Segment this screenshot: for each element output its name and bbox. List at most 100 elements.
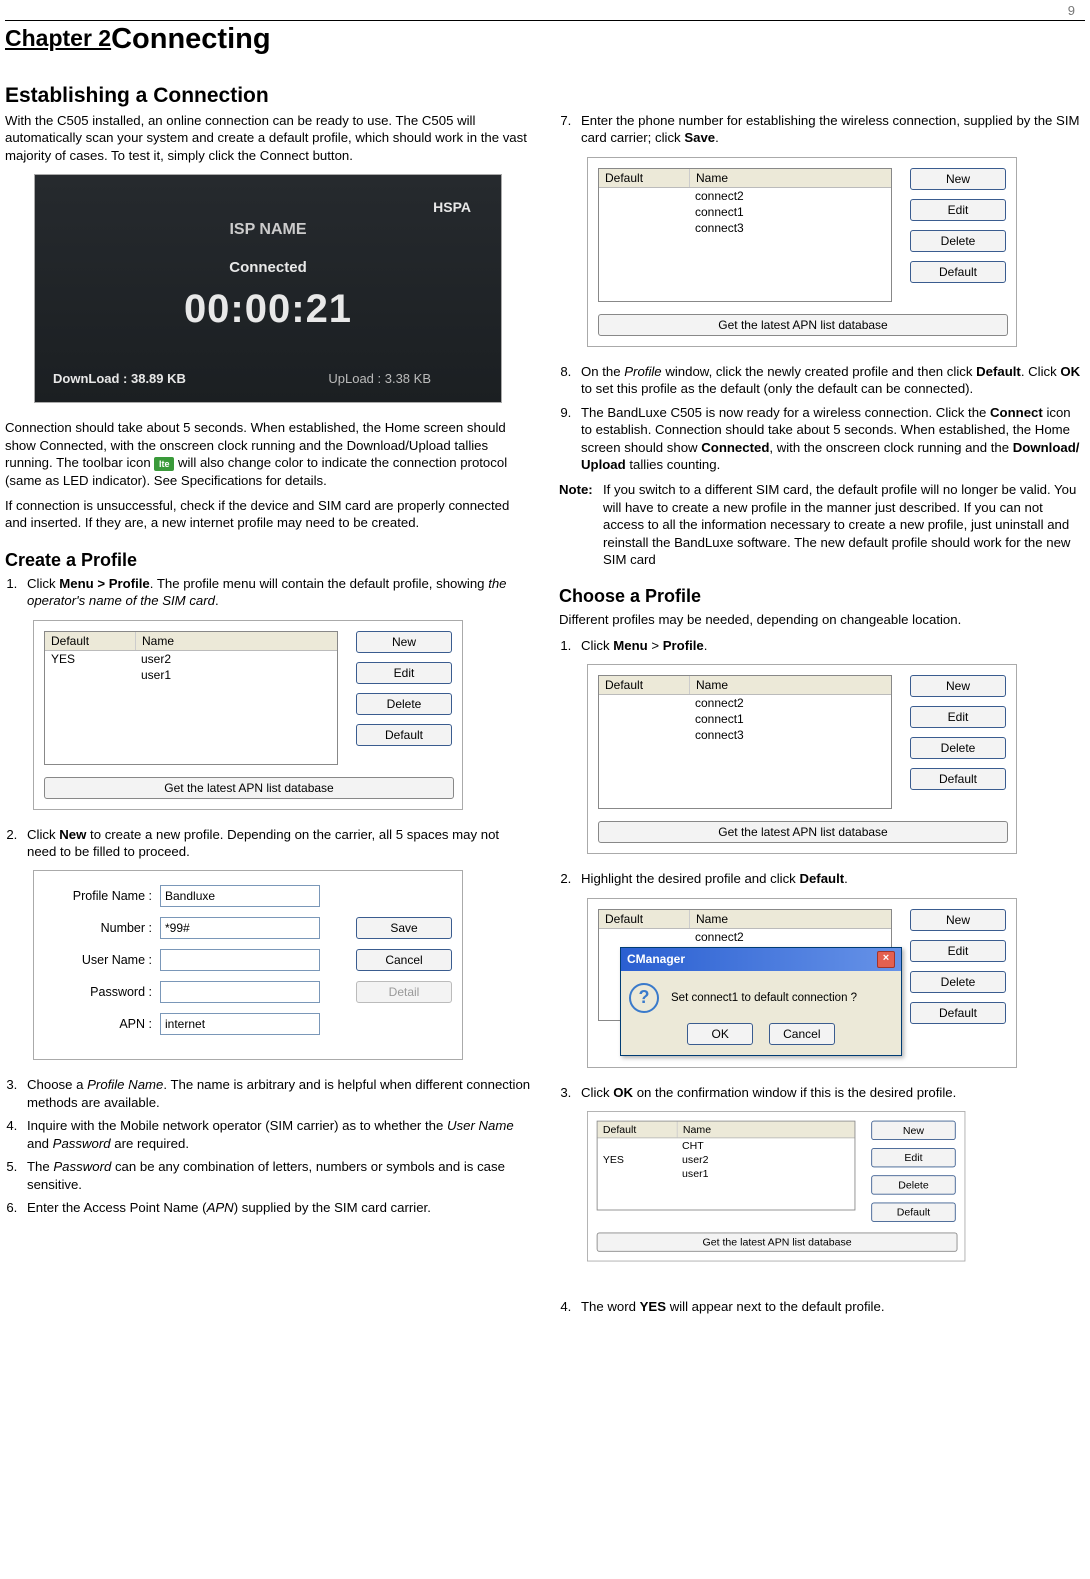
table-row[interactable]: connect2 [599,695,891,711]
connection-paragraph-1: Connection should take about 5 seconds. … [5,419,531,489]
profile-table[interactable]: DefaultName connect2 connect1 connect3 [598,675,892,809]
input-profile-name[interactable]: Bandluxe [160,885,320,907]
figure-profile-window-1: Default Name YESuser2 user1 New Edit Del… [33,620,463,810]
new-button[interactable]: New [871,1121,955,1140]
delete-button[interactable]: Delete [356,693,452,715]
apn-database-button[interactable]: Get the latest APN list database [44,777,454,799]
profile-table[interactable]: Default Name YESuser2 user1 [44,631,338,765]
new-button[interactable]: New [910,168,1006,190]
figure-profile-window-final: DefaultName CHT YESuser2 user1 New Edit … [587,1111,965,1261]
section-choose-profile: Choose a Profile [559,586,1085,607]
table-row[interactable]: connect2 [599,929,891,945]
label-connected: Connected [35,259,501,276]
apn-database-button[interactable]: Get the latest APN list database [598,821,1008,843]
profile-table[interactable]: DefaultName CHT YESuser2 user1 [597,1121,856,1211]
table-row[interactable]: YESuser2 [598,1153,855,1167]
table-row[interactable]: connect1 [599,204,891,220]
create-step-1: Click Menu > Profile. The profile menu w… [21,575,531,610]
create-step-3: Choose a Profile Name. The name is arbit… [21,1076,531,1111]
table-row[interactable]: CHT [598,1138,855,1152]
page-number: 9 [5,0,1085,20]
create-step-4: Inquire with the Mobile network operator… [21,1117,531,1152]
table-row[interactable]: connect3 [599,220,891,236]
label-upload: UpLoad : 3.38 KB [328,371,431,386]
table-row[interactable]: user1 [598,1167,855,1181]
table-row[interactable]: YESuser2 [45,651,337,667]
apn-database-button[interactable]: Get the latest APN list database [598,314,1008,336]
create-step-5: The Password can be any combination of l… [21,1158,531,1193]
figure-new-profile-form: Profile Name :Bandluxe Number :*99# User… [33,870,463,1060]
label-number: Number : [44,921,160,935]
choose-step-2: Highlight the desired profile and click … [575,870,1085,887]
label-hspa: HSPA [433,199,471,215]
default-button[interactable]: Default [356,724,452,746]
chapter-name: Connecting [111,23,271,55]
lte-icon: lte [154,457,174,471]
input-password[interactable] [160,981,320,1003]
label-password: Password : [44,985,160,999]
dialog-title: CManager [627,952,685,966]
input-number[interactable]: *99# [160,917,320,939]
label-download: DownLoad : 38.89 KB [53,371,186,386]
input-apn[interactable]: internet [160,1013,320,1035]
new-button[interactable]: New [910,675,1006,697]
connection-paragraph-2: If connection is unsuccessful, check if … [5,497,531,532]
edit-button[interactable]: Edit [910,706,1006,728]
table-row[interactable]: user1 [45,667,337,683]
label-isp-name: ISP NAME [35,221,501,239]
delete-button[interactable]: Delete [871,1175,955,1194]
choose-intro: Different profiles may be needed, depend… [559,611,1085,628]
dialog-message: Set connect1 to default connection ? [671,992,857,1004]
col-default: Default [45,632,136,650]
top-rule [5,20,1085,21]
default-button[interactable]: Default [910,261,1006,283]
detail-button: Detail [356,981,452,1003]
edit-button[interactable]: Edit [356,662,452,684]
col-name: Name [136,632,337,650]
note-label: Note: [559,481,599,568]
new-button[interactable]: New [910,909,1006,931]
chapter-title: Chapter 2Connecting [5,23,1085,56]
default-button[interactable]: Default [910,1002,1006,1024]
section-establishing: Establishing a Connection [5,84,1085,108]
label-apn: APN : [44,1017,160,1031]
default-button[interactable]: Default [871,1203,955,1222]
label-clock: 00:00:21 [35,287,501,332]
save-button[interactable]: Save [356,917,452,939]
table-row[interactable]: connect1 [599,711,891,727]
question-icon: ? [629,983,659,1013]
cancel-button[interactable]: Cancel [356,949,452,971]
figure-profile-confirm: DefaultName connect2 connect1 New Edit D… [587,898,1017,1068]
edit-button[interactable]: Edit [871,1148,955,1167]
edit-button[interactable]: Edit [910,940,1006,962]
create-step-8: On the Profile window, click the newly c… [575,363,1085,398]
figure-connected-screen: HSPA ISP NAME Connected 00:00:21 DownLoa… [34,174,502,403]
apn-database-button[interactable]: Get the latest APN list database [597,1233,958,1252]
delete-button[interactable]: Delete [910,230,1006,252]
table-row[interactable]: connect2 [599,188,891,204]
input-user-name[interactable] [160,949,320,971]
default-button[interactable]: Default [910,768,1006,790]
figure-profile-window-2: DefaultName connect2 connect1 connect3 N… [587,157,1017,347]
label-profile-name: Profile Name : [44,889,160,903]
cancel-button[interactable]: Cancel [769,1023,835,1045]
create-step-2: Click New to create a new profile. Depen… [21,826,531,861]
edit-button[interactable]: Edit [910,199,1006,221]
create-step-7: Enter the phone number for establishing … [575,112,1085,147]
chapter-label: Chapter 2 [5,25,111,51]
profile-table[interactable]: DefaultName connect2 connect1 connect3 [598,168,892,302]
note-text: If you switch to a different SIM card, t… [599,481,1085,568]
ok-button[interactable]: OK [687,1023,753,1045]
create-step-9: The BandLuxe C505 is now ready for a wir… [575,404,1085,474]
close-icon[interactable]: × [877,951,895,968]
confirm-dialog: CManager × ? Set connect1 to default con… [620,947,902,1056]
delete-button[interactable]: Delete [910,971,1006,993]
table-row[interactable]: connect3 [599,727,891,743]
delete-button[interactable]: Delete [910,737,1006,759]
intro-paragraph: With the C505 installed, an online conne… [5,112,531,164]
new-button[interactable]: New [356,631,452,653]
figure-profile-window-3: DefaultName connect2 connect1 connect3 N… [587,664,1017,854]
label-user-name: User Name : [44,953,160,967]
create-step-6: Enter the Access Point Name (APN) suppli… [21,1199,531,1216]
choose-step-1: Click Menu > Profile. [575,637,1085,654]
